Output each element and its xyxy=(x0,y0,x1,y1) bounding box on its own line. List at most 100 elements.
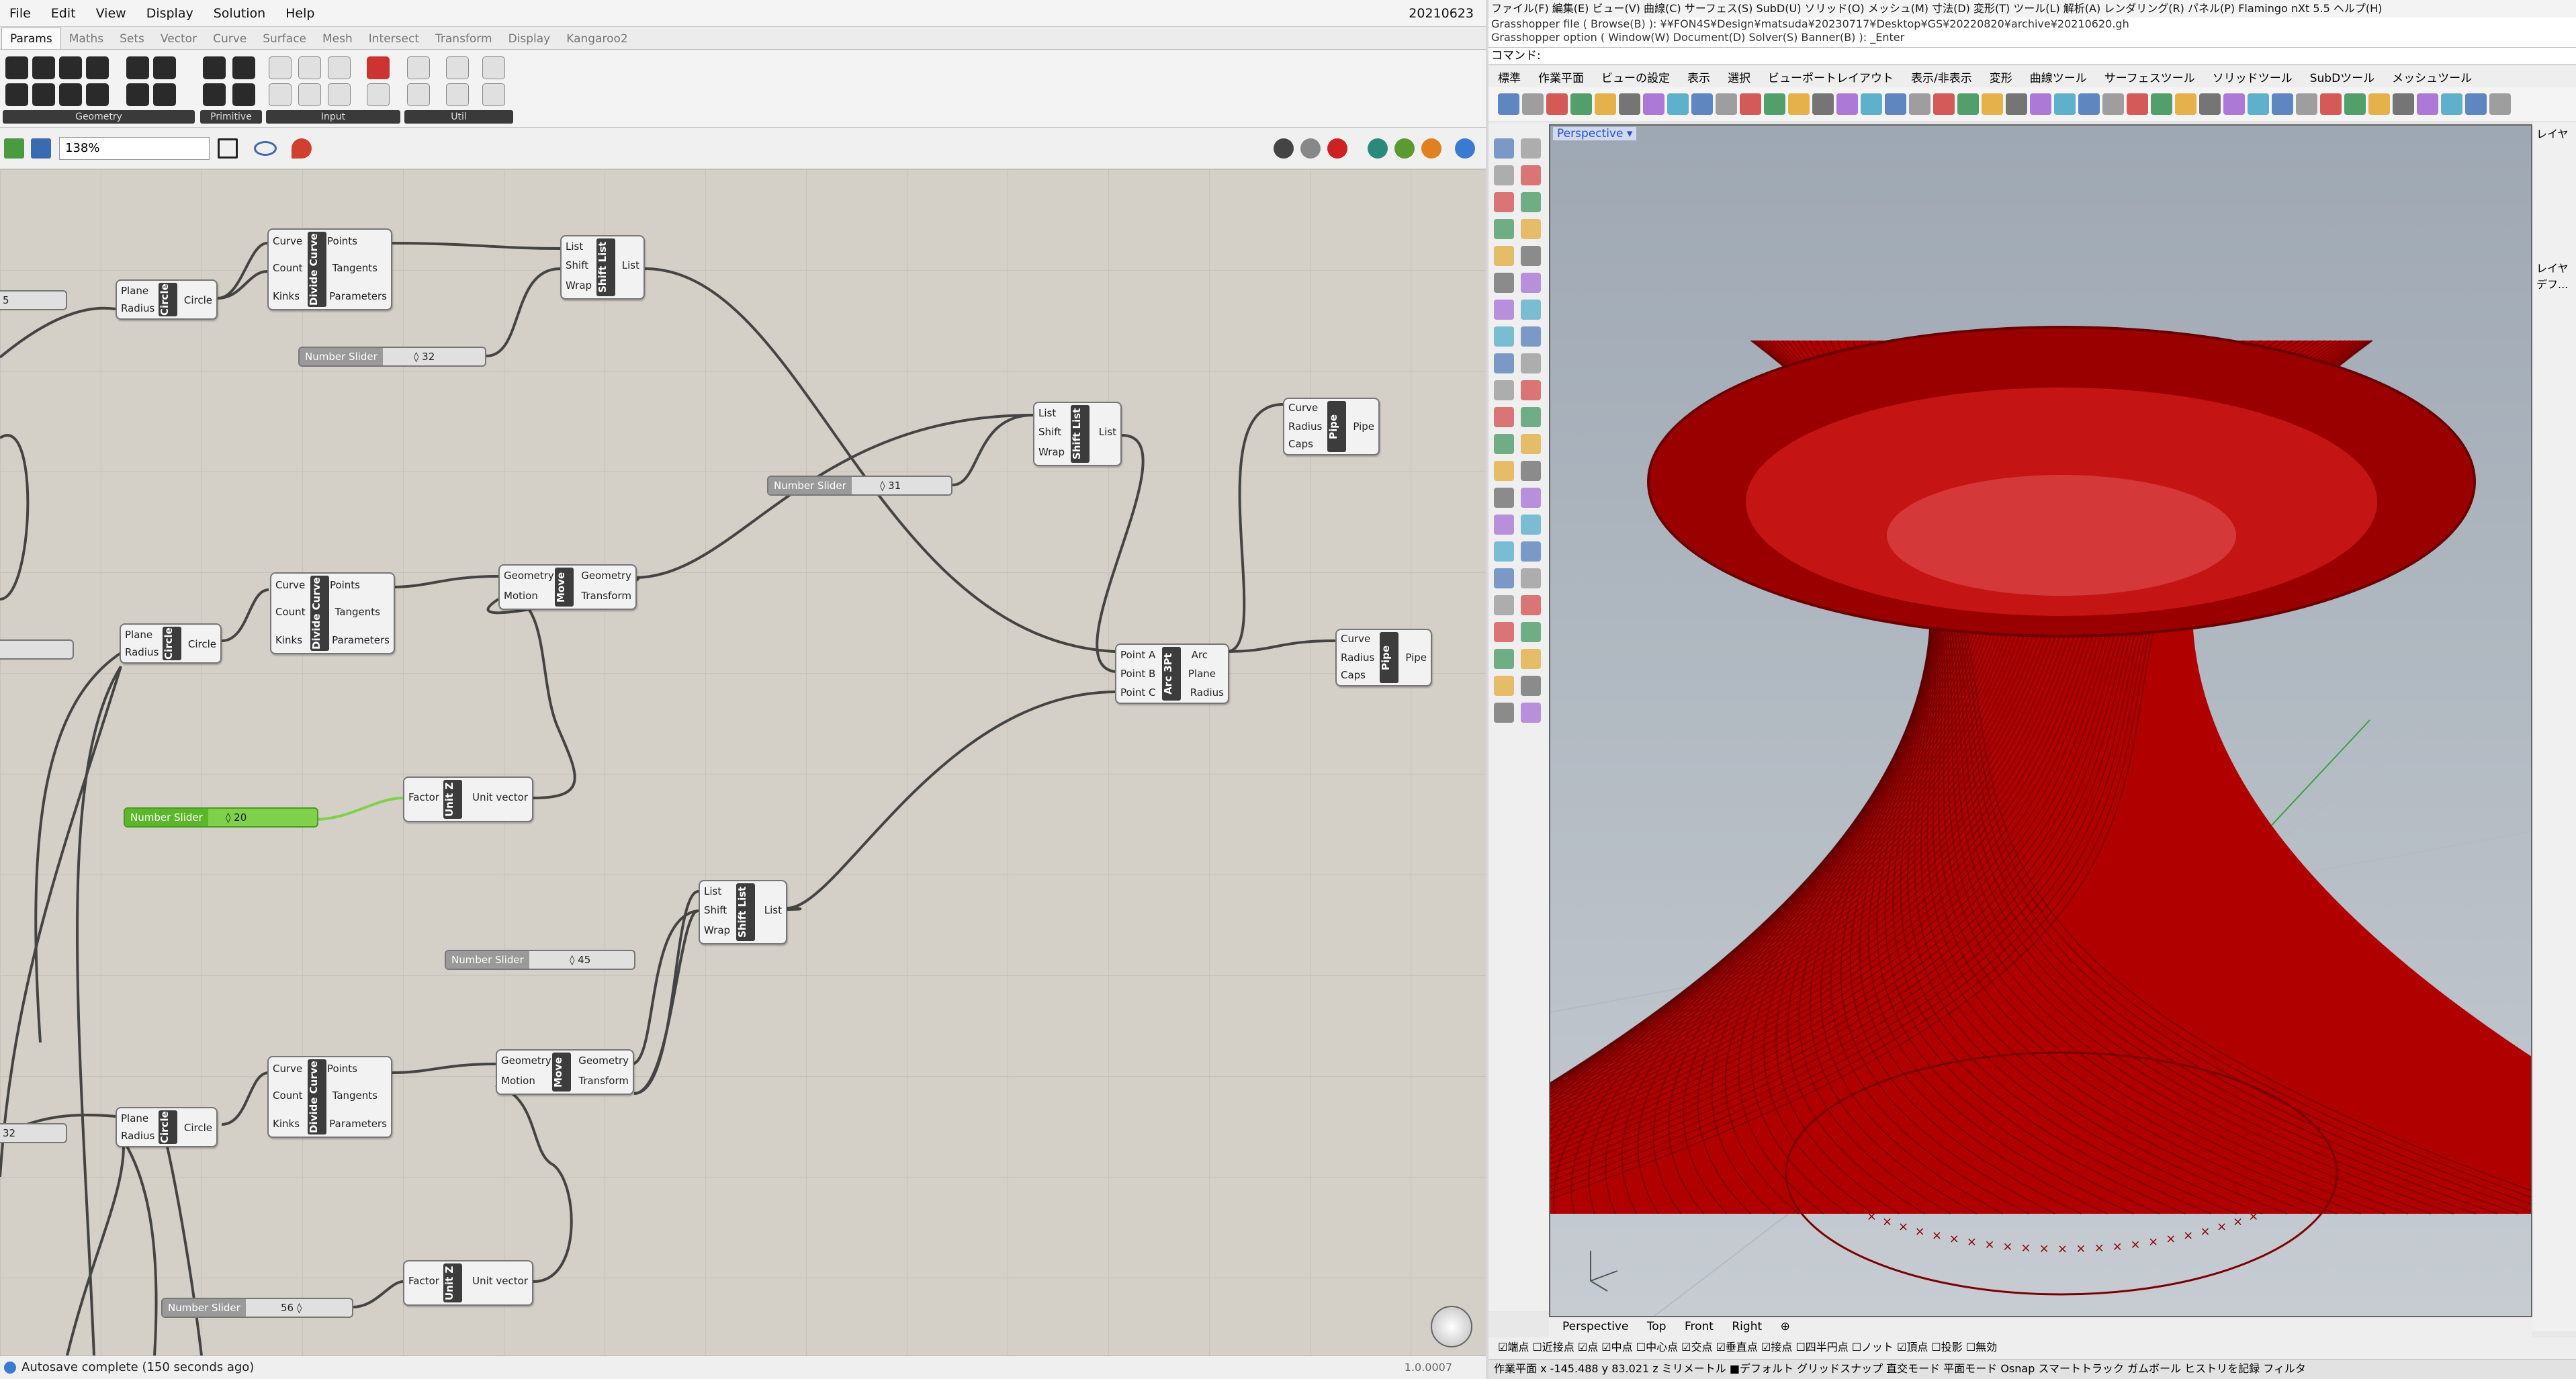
number-slider-32[interactable]: Number Slider ◊ 32 xyxy=(298,347,486,367)
circle-component[interactable]: Plane Radius Circle Circle xyxy=(116,279,218,320)
modeling-tool-icon[interactable] xyxy=(1494,138,1514,159)
menu-view[interactable]: View xyxy=(96,6,126,21)
modeling-tool-icon[interactable] xyxy=(1494,461,1514,481)
tab-intersect[interactable]: Intersect xyxy=(361,28,427,49)
toolbar-command-icon[interactable] xyxy=(2296,93,2317,115)
toolbar-command-icon[interactable] xyxy=(1982,93,2003,115)
tab-surface[interactable]: Surface xyxy=(255,28,314,49)
toolbar-command-icon[interactable] xyxy=(2102,93,2124,115)
flask-icon[interactable] xyxy=(482,83,505,106)
toolbar-command-icon[interactable] xyxy=(1546,93,1568,115)
button-icon[interactable] xyxy=(298,83,321,106)
modeling-tool-icon[interactable] xyxy=(1494,219,1514,239)
arc-3pt-component[interactable]: Point A Point B Point C Arc 3Pt Arc Plan… xyxy=(1115,643,1229,704)
cluster-icon[interactable] xyxy=(407,83,430,106)
menu-file[interactable]: File xyxy=(9,6,31,21)
tab-subd-tools[interactable]: SubDツール xyxy=(2310,69,2374,85)
tab-display[interactable]: Display xyxy=(500,28,559,49)
modeling-tool-icon[interactable] xyxy=(1494,703,1514,723)
toolbar-command-icon[interactable] xyxy=(1812,93,1834,115)
toolbar-command-icon[interactable] xyxy=(1764,93,1785,115)
perspective-viewport[interactable]: ××××××××××××××××××××××××××××××××××××××××… xyxy=(1549,124,2532,1317)
modeling-tool-icon[interactable] xyxy=(1494,246,1514,266)
toolbar-command-icon[interactable] xyxy=(2248,93,2269,115)
cherry-icon[interactable] xyxy=(407,56,430,79)
pipe-component[interactable]: Curve Radius Caps Pipe Pipe xyxy=(1335,629,1432,686)
divide-curve-component[interactable]: Curve Count Kinks Divide Curve Points Ta… xyxy=(267,228,392,310)
toolbar-command-icon[interactable] xyxy=(1619,93,1640,115)
modeling-tool-icon[interactable] xyxy=(1521,300,1541,320)
modeling-tool-icon[interactable] xyxy=(1494,515,1514,535)
modeling-tool-icon[interactable] xyxy=(1521,192,1541,212)
toolbar-command-icon[interactable] xyxy=(2151,93,2172,115)
modeling-tool-icon[interactable] xyxy=(1494,192,1514,212)
toolbar-command-icon[interactable] xyxy=(1885,93,1906,115)
data-dam-icon[interactable] xyxy=(482,56,505,79)
modeling-tool-icon[interactable] xyxy=(1521,273,1541,293)
tab-curve-tools[interactable]: 曲線ツール xyxy=(2030,69,2087,85)
modeling-tool-icon[interactable] xyxy=(1521,407,1541,427)
tab-transform[interactable]: 変形 xyxy=(1990,69,2012,85)
toolbar-command-icon[interactable] xyxy=(2465,93,2487,115)
toolbar-command-icon[interactable] xyxy=(1716,93,1737,115)
modeling-tool-icon[interactable] xyxy=(1521,676,1541,696)
display-option-icon[interactable] xyxy=(1394,138,1415,159)
zoom-extents-icon[interactable] xyxy=(218,138,238,159)
modeling-tool-icon[interactable] xyxy=(1521,595,1541,615)
pipe-component[interactable]: Curve Radius Caps Pipe Pipe xyxy=(1283,398,1380,455)
toolbar-command-icon[interactable] xyxy=(2078,93,2100,115)
modeling-tool-icon[interactable] xyxy=(1494,676,1514,696)
modeling-tool-icon[interactable] xyxy=(1521,515,1541,535)
viewtab-top[interactable]: Top xyxy=(1647,1320,1667,1333)
modeling-tool-icon[interactable] xyxy=(1521,541,1541,562)
toolbar-command-icon[interactable] xyxy=(2127,93,2148,115)
menu-solution[interactable]: Solution xyxy=(214,6,265,21)
osnap-bar[interactable]: ☑端点 ☐近接点 ☑点 ☑中点 ☐中心点 ☑交点 ☑垂直点 ☑接点 ☐四半円点 … xyxy=(1489,1337,2576,1359)
toolbar-command-icon[interactable] xyxy=(2393,93,2414,115)
number-slider-45[interactable]: Number Slider ◊ 45 xyxy=(445,950,635,970)
tab-visibility[interactable]: 表示/非表示 xyxy=(1911,69,1972,85)
command-prompt[interactable]: コマンド: xyxy=(1489,47,2576,64)
modeling-tool-icon[interactable] xyxy=(1494,273,1514,293)
tab-display[interactable]: 表示 xyxy=(1687,69,1710,85)
value-list-icon[interactable] xyxy=(328,56,351,79)
modeling-tool-icon[interactable] xyxy=(1521,326,1541,347)
tab-cplanes[interactable]: 作業平面 xyxy=(1538,69,1584,85)
toolbar-command-icon[interactable] xyxy=(1788,93,1810,115)
menu-display[interactable]: Display xyxy=(146,6,193,21)
zoom-dropdown[interactable]: 138% xyxy=(59,137,210,160)
brush-icon[interactable] xyxy=(292,138,312,159)
primitive-param-icon[interactable] xyxy=(232,83,255,106)
geometry-param-icon[interactable] xyxy=(126,83,149,106)
rhino-status-bar[interactable]: 作業平面 x -145.488 y 83.021 z ミリメートル ■デフォルト… xyxy=(1489,1359,2576,1379)
preview-mode-icon[interactable] xyxy=(1327,138,1347,159)
toolbar-command-icon[interactable] xyxy=(1691,93,1713,115)
viewtab-add[interactable]: ⊕ xyxy=(1781,1320,1790,1333)
toolbar-command-icon[interactable] xyxy=(2368,93,2390,115)
open-file-icon[interactable] xyxy=(4,138,24,159)
tab-viewport-layout[interactable]: ビューポートレイアウト xyxy=(1768,69,1894,85)
geometry-param-icon[interactable] xyxy=(126,56,149,79)
tab-vector[interactable]: Vector xyxy=(152,28,205,49)
gh-canvas[interactable]: Plane Radius Circle Circle Curve Count K… xyxy=(0,169,1486,1355)
geometry-param-icon[interactable] xyxy=(153,56,176,79)
toolbar-command-icon[interactable] xyxy=(1740,93,1761,115)
preview-eye-icon[interactable] xyxy=(254,141,277,156)
toolbar-command-icon[interactable] xyxy=(1667,93,1689,115)
tab-params[interactable]: Params xyxy=(1,28,61,49)
shift-list-component[interactable]: List Shift Wrap Shift List List xyxy=(699,880,787,944)
toolbar-command-icon[interactable] xyxy=(1522,93,1544,115)
tab-standard[interactable]: 標準 xyxy=(1498,69,1521,85)
modeling-tool-icon[interactable] xyxy=(1521,488,1541,508)
modeling-tool-icon[interactable] xyxy=(1521,138,1541,159)
toolbar-command-icon[interactable] xyxy=(2489,93,2511,115)
toolbar-command-icon[interactable] xyxy=(1643,93,1664,115)
modeling-tool-icon[interactable] xyxy=(1494,407,1514,427)
toolbar-command-icon[interactable] xyxy=(1957,93,1979,115)
modeling-tool-icon[interactable] xyxy=(1494,622,1514,642)
display-option-icon[interactable] xyxy=(1455,138,1475,159)
geometry-param-icon[interactable] xyxy=(153,83,176,106)
arrow-right-icon[interactable] xyxy=(446,56,469,79)
primitive-param-icon[interactable] xyxy=(203,56,226,79)
number-slider-31[interactable]: Number Slider ◊ 31 xyxy=(767,476,952,496)
